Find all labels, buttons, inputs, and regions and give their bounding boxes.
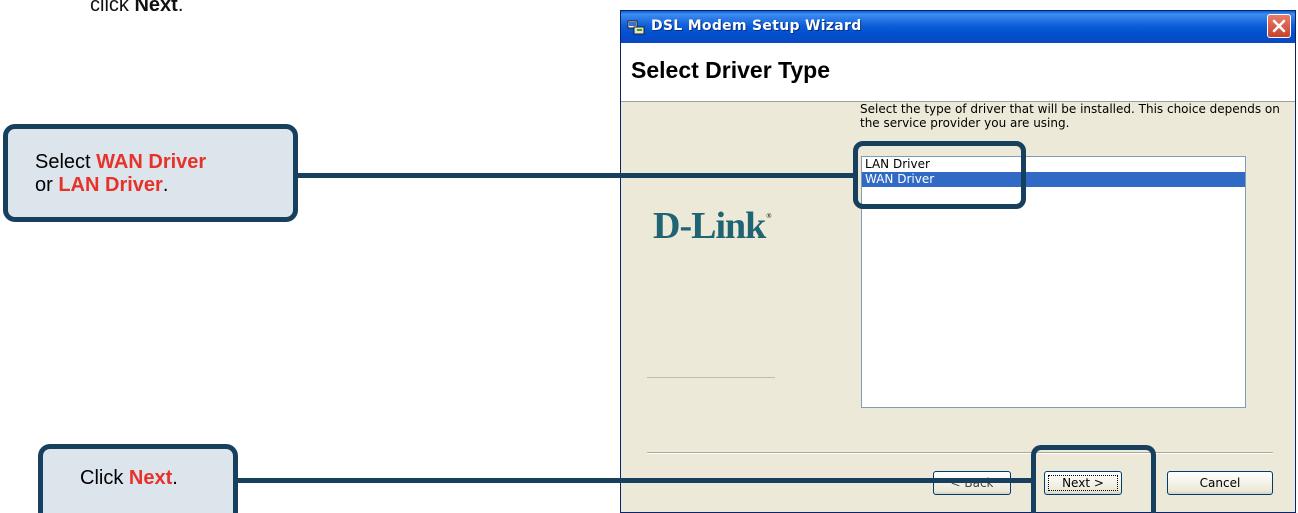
close-button[interactable] [1267, 14, 1291, 38]
wizard-header: Select Driver Type [621, 43, 1295, 102]
back-button[interactable]: < Back [933, 471, 1011, 495]
close-icon [1272, 19, 1286, 33]
callout-next-leader [238, 478, 1033, 483]
callout-select-mid: or [35, 174, 59, 196]
next-button-highlight [1031, 445, 1156, 513]
window-title: DSL Modem Setup Wizard [651, 18, 862, 34]
callout-wan-driver: WAN Driver [96, 151, 207, 173]
callout-select-suffix: . [162, 174, 169, 196]
driver-list-highlight [853, 141, 1026, 209]
wizard-description: Select the type of driver that will be i… [860, 102, 1280, 130]
callout-next-bold: Next [128, 467, 173, 489]
top-instruction-prefix: click [90, 0, 135, 16]
callout-select-prefix: Select [35, 151, 97, 173]
setup-wizard-icon [627, 18, 645, 36]
registered-mark: ® [766, 212, 771, 220]
dlink-logo-text: D-Link [653, 205, 766, 247]
callout-next-prefix: Click [80, 467, 129, 489]
callout-click-next: Click Next. [38, 444, 238, 513]
button-divider [647, 452, 1273, 454]
top-instruction-bold: Next [134, 0, 178, 16]
dlink-logo: D-Link® [653, 204, 772, 248]
callout-select-driver: Select WAN Driver or LAN Driver. [3, 124, 298, 222]
title-bar[interactable]: DSL Modem Setup Wizard [621, 11, 1295, 43]
top-instruction-suffix: . [177, 0, 184, 16]
setup-wizard-window: DSL Modem Setup Wizard Select Driver Typ… [620, 10, 1296, 513]
top-instruction: click Next. [90, 0, 183, 17]
callout-next-suffix: . [172, 467, 178, 489]
cancel-button[interactable]: Cancel [1167, 471, 1273, 495]
page-title: Select Driver Type [631, 57, 831, 83]
callout-select-leader [298, 173, 854, 178]
callout-lan-driver: LAN Driver [58, 174, 163, 196]
left-divider [647, 377, 775, 378]
